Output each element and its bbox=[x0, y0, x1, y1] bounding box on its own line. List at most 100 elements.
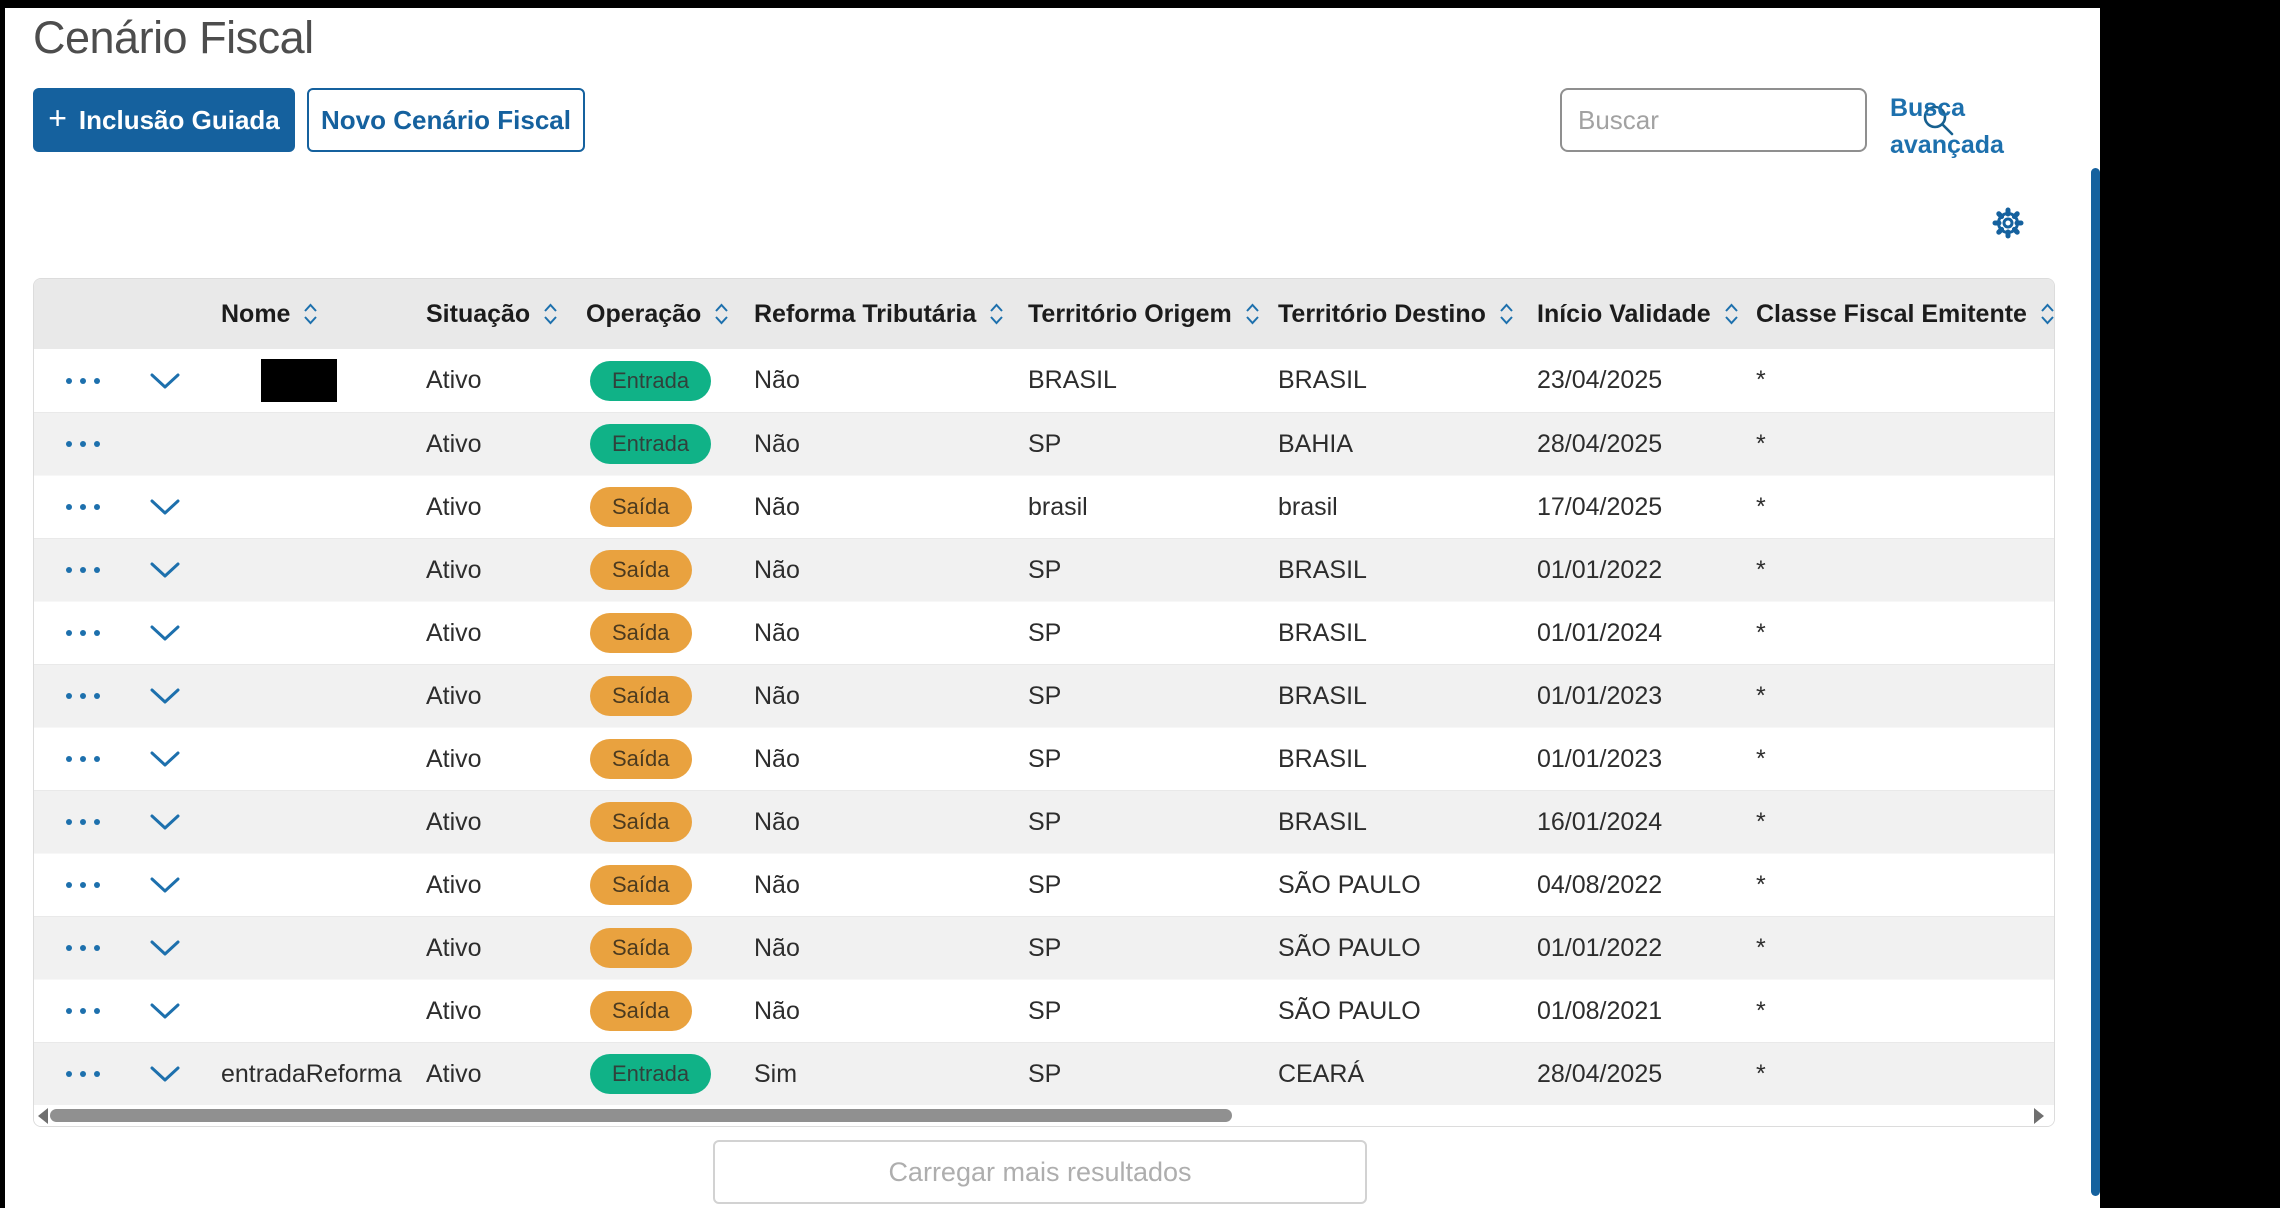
row-actions-button[interactable] bbox=[66, 349, 100, 412]
column-header-operacao[interactable]: Operação bbox=[586, 279, 730, 349]
cell-situacao: Ativo bbox=[426, 854, 482, 916]
row-expander-button[interactable] bbox=[149, 539, 181, 601]
cell-classe: * bbox=[1756, 349, 1766, 412]
cell-operacao: Saída bbox=[590, 917, 692, 979]
operation-badge: Entrada bbox=[590, 1054, 711, 1094]
table-row: entradaReforma Ativo Entrada Sim SP CEAR… bbox=[34, 1042, 2054, 1105]
sort-icon[interactable] bbox=[1244, 302, 1261, 326]
cell-operacao: Saída bbox=[590, 476, 692, 538]
cell-operacao: Saída bbox=[590, 539, 692, 601]
row-actions-button[interactable] bbox=[66, 728, 100, 790]
horizontal-scrollbar-thumb[interactable] bbox=[50, 1109, 1232, 1122]
cell-inicio: 28/04/2025 bbox=[1537, 1043, 1662, 1105]
cell-classe: * bbox=[1756, 413, 1766, 475]
row-expander-button[interactable] bbox=[149, 791, 181, 853]
row-actions-button[interactable] bbox=[66, 791, 100, 853]
cell-situacao: Ativo bbox=[426, 476, 482, 538]
table-settings-button[interactable] bbox=[1988, 204, 2028, 244]
cell-reforma: Não bbox=[754, 602, 800, 664]
column-header-classe[interactable]: Classe Fiscal Emitente bbox=[1756, 279, 2055, 349]
chevron-down-icon bbox=[149, 687, 181, 705]
column-header-reforma[interactable]: Reforma Tributária bbox=[754, 279, 1005, 349]
cell-operacao: Saída bbox=[590, 980, 692, 1042]
cell-destino: SÃO PAULO bbox=[1278, 854, 1421, 916]
column-header-label: Situação bbox=[426, 300, 530, 329]
chevron-down-icon bbox=[149, 561, 181, 579]
cell-operacao: Saída bbox=[590, 665, 692, 727]
vertical-scrollbar-thumb[interactable] bbox=[2091, 168, 2100, 1196]
cell-nome: entradaReforma bbox=[221, 1043, 402, 1105]
cell-reforma: Não bbox=[754, 476, 800, 538]
row-actions-button[interactable] bbox=[66, 665, 100, 727]
row-actions-button[interactable] bbox=[66, 854, 100, 916]
scroll-left-arrow-icon[interactable] bbox=[38, 1108, 48, 1124]
row-expander-button[interactable] bbox=[149, 665, 181, 727]
search-box[interactable] bbox=[1560, 88, 1867, 152]
sort-icon[interactable] bbox=[2039, 302, 2055, 326]
new-fiscal-scenario-label: Novo Cenário Fiscal bbox=[321, 105, 571, 136]
operation-badge: Entrada bbox=[590, 424, 711, 464]
table-row: Ativo Saída Não SP BRASIL 01/01/2023 * bbox=[34, 664, 2054, 727]
column-header-inicio[interactable]: Início Validade bbox=[1537, 279, 1740, 349]
column-header-nome[interactable]: Nome bbox=[221, 279, 319, 349]
table-body: Ativo Entrada Não BRASIL BRASIL 23/04/20… bbox=[34, 349, 2054, 1105]
row-expander-button[interactable] bbox=[149, 917, 181, 979]
cell-inicio: 04/08/2022 bbox=[1537, 854, 1662, 916]
table-row: Ativo Saída Não SP BRASIL 01/01/2023 * bbox=[34, 727, 2054, 790]
sort-icon[interactable] bbox=[1723, 302, 1740, 326]
scroll-right-arrow-icon[interactable] bbox=[2034, 1108, 2044, 1124]
operation-badge: Saída bbox=[590, 550, 692, 590]
new-fiscal-scenario-button[interactable]: Novo Cenário Fiscal bbox=[307, 88, 585, 152]
ellipsis-icon bbox=[66, 349, 100, 412]
row-expander-button[interactable] bbox=[149, 602, 181, 664]
chevron-down-icon bbox=[149, 498, 181, 516]
cell-destino: BRASIL bbox=[1278, 539, 1367, 601]
row-expander-button[interactable] bbox=[149, 980, 181, 1042]
cell-origem: SP bbox=[1028, 980, 1061, 1042]
load-more-button[interactable]: Carregar mais resultados bbox=[713, 1140, 1367, 1204]
column-header-origem[interactable]: Território Origem bbox=[1028, 279, 1261, 349]
row-expander-button[interactable] bbox=[149, 349, 181, 412]
horizontal-scrollbar[interactable] bbox=[34, 1105, 2054, 1126]
advanced-search-link[interactable]: Busca avançada bbox=[1890, 90, 2020, 164]
cell-origem: BRASIL bbox=[1028, 349, 1117, 412]
row-actions-button[interactable] bbox=[66, 413, 100, 475]
row-expander-button[interactable] bbox=[149, 728, 181, 790]
row-actions-button[interactable] bbox=[66, 602, 100, 664]
row-expander-button[interactable] bbox=[149, 854, 181, 916]
sort-icon[interactable] bbox=[1498, 302, 1515, 326]
chevron-down-icon bbox=[149, 1065, 181, 1083]
guided-inclusion-button[interactable]: + Inclusão Guiada bbox=[33, 88, 295, 152]
fiscal-scenario-table: Nome Situação Operação Reforma Tributári… bbox=[33, 278, 2055, 1127]
cell-situacao: Ativo bbox=[426, 602, 482, 664]
row-actions-button[interactable] bbox=[66, 917, 100, 979]
sort-icon[interactable] bbox=[302, 302, 319, 326]
operation-badge: Saída bbox=[590, 865, 692, 905]
row-expander-button[interactable] bbox=[149, 1043, 181, 1105]
row-actions-button[interactable] bbox=[66, 980, 100, 1042]
row-expander-button[interactable] bbox=[149, 476, 181, 538]
cell-situacao: Ativo bbox=[426, 665, 482, 727]
cell-classe: * bbox=[1756, 728, 1766, 790]
cell-operacao: Saída bbox=[590, 854, 692, 916]
ellipsis-icon bbox=[66, 791, 100, 853]
cell-inicio: 17/04/2025 bbox=[1537, 476, 1662, 538]
row-actions-button[interactable] bbox=[66, 1043, 100, 1105]
cell-destino: SÃO PAULO bbox=[1278, 917, 1421, 979]
cell-situacao: Ativo bbox=[426, 728, 482, 790]
cell-origem: SP bbox=[1028, 539, 1061, 601]
column-header-destino[interactable]: Território Destino bbox=[1278, 279, 1515, 349]
sort-icon[interactable] bbox=[713, 302, 730, 326]
cell-inicio: 01/01/2023 bbox=[1537, 665, 1662, 727]
cell-origem: SP bbox=[1028, 665, 1061, 727]
column-header-situacao[interactable]: Situação bbox=[426, 279, 559, 349]
table-row: Ativo Saída Não SP SÃO PAULO 01/08/2021 … bbox=[34, 979, 2054, 1042]
cell-operacao: Entrada bbox=[590, 413, 711, 475]
row-actions-button[interactable] bbox=[66, 539, 100, 601]
sort-icon[interactable] bbox=[542, 302, 559, 326]
search-input[interactable] bbox=[1562, 90, 1921, 150]
cell-reforma: Não bbox=[754, 665, 800, 727]
sort-icon[interactable] bbox=[988, 302, 1005, 326]
row-actions-button[interactable] bbox=[66, 476, 100, 538]
operation-badge: Entrada bbox=[590, 361, 711, 401]
